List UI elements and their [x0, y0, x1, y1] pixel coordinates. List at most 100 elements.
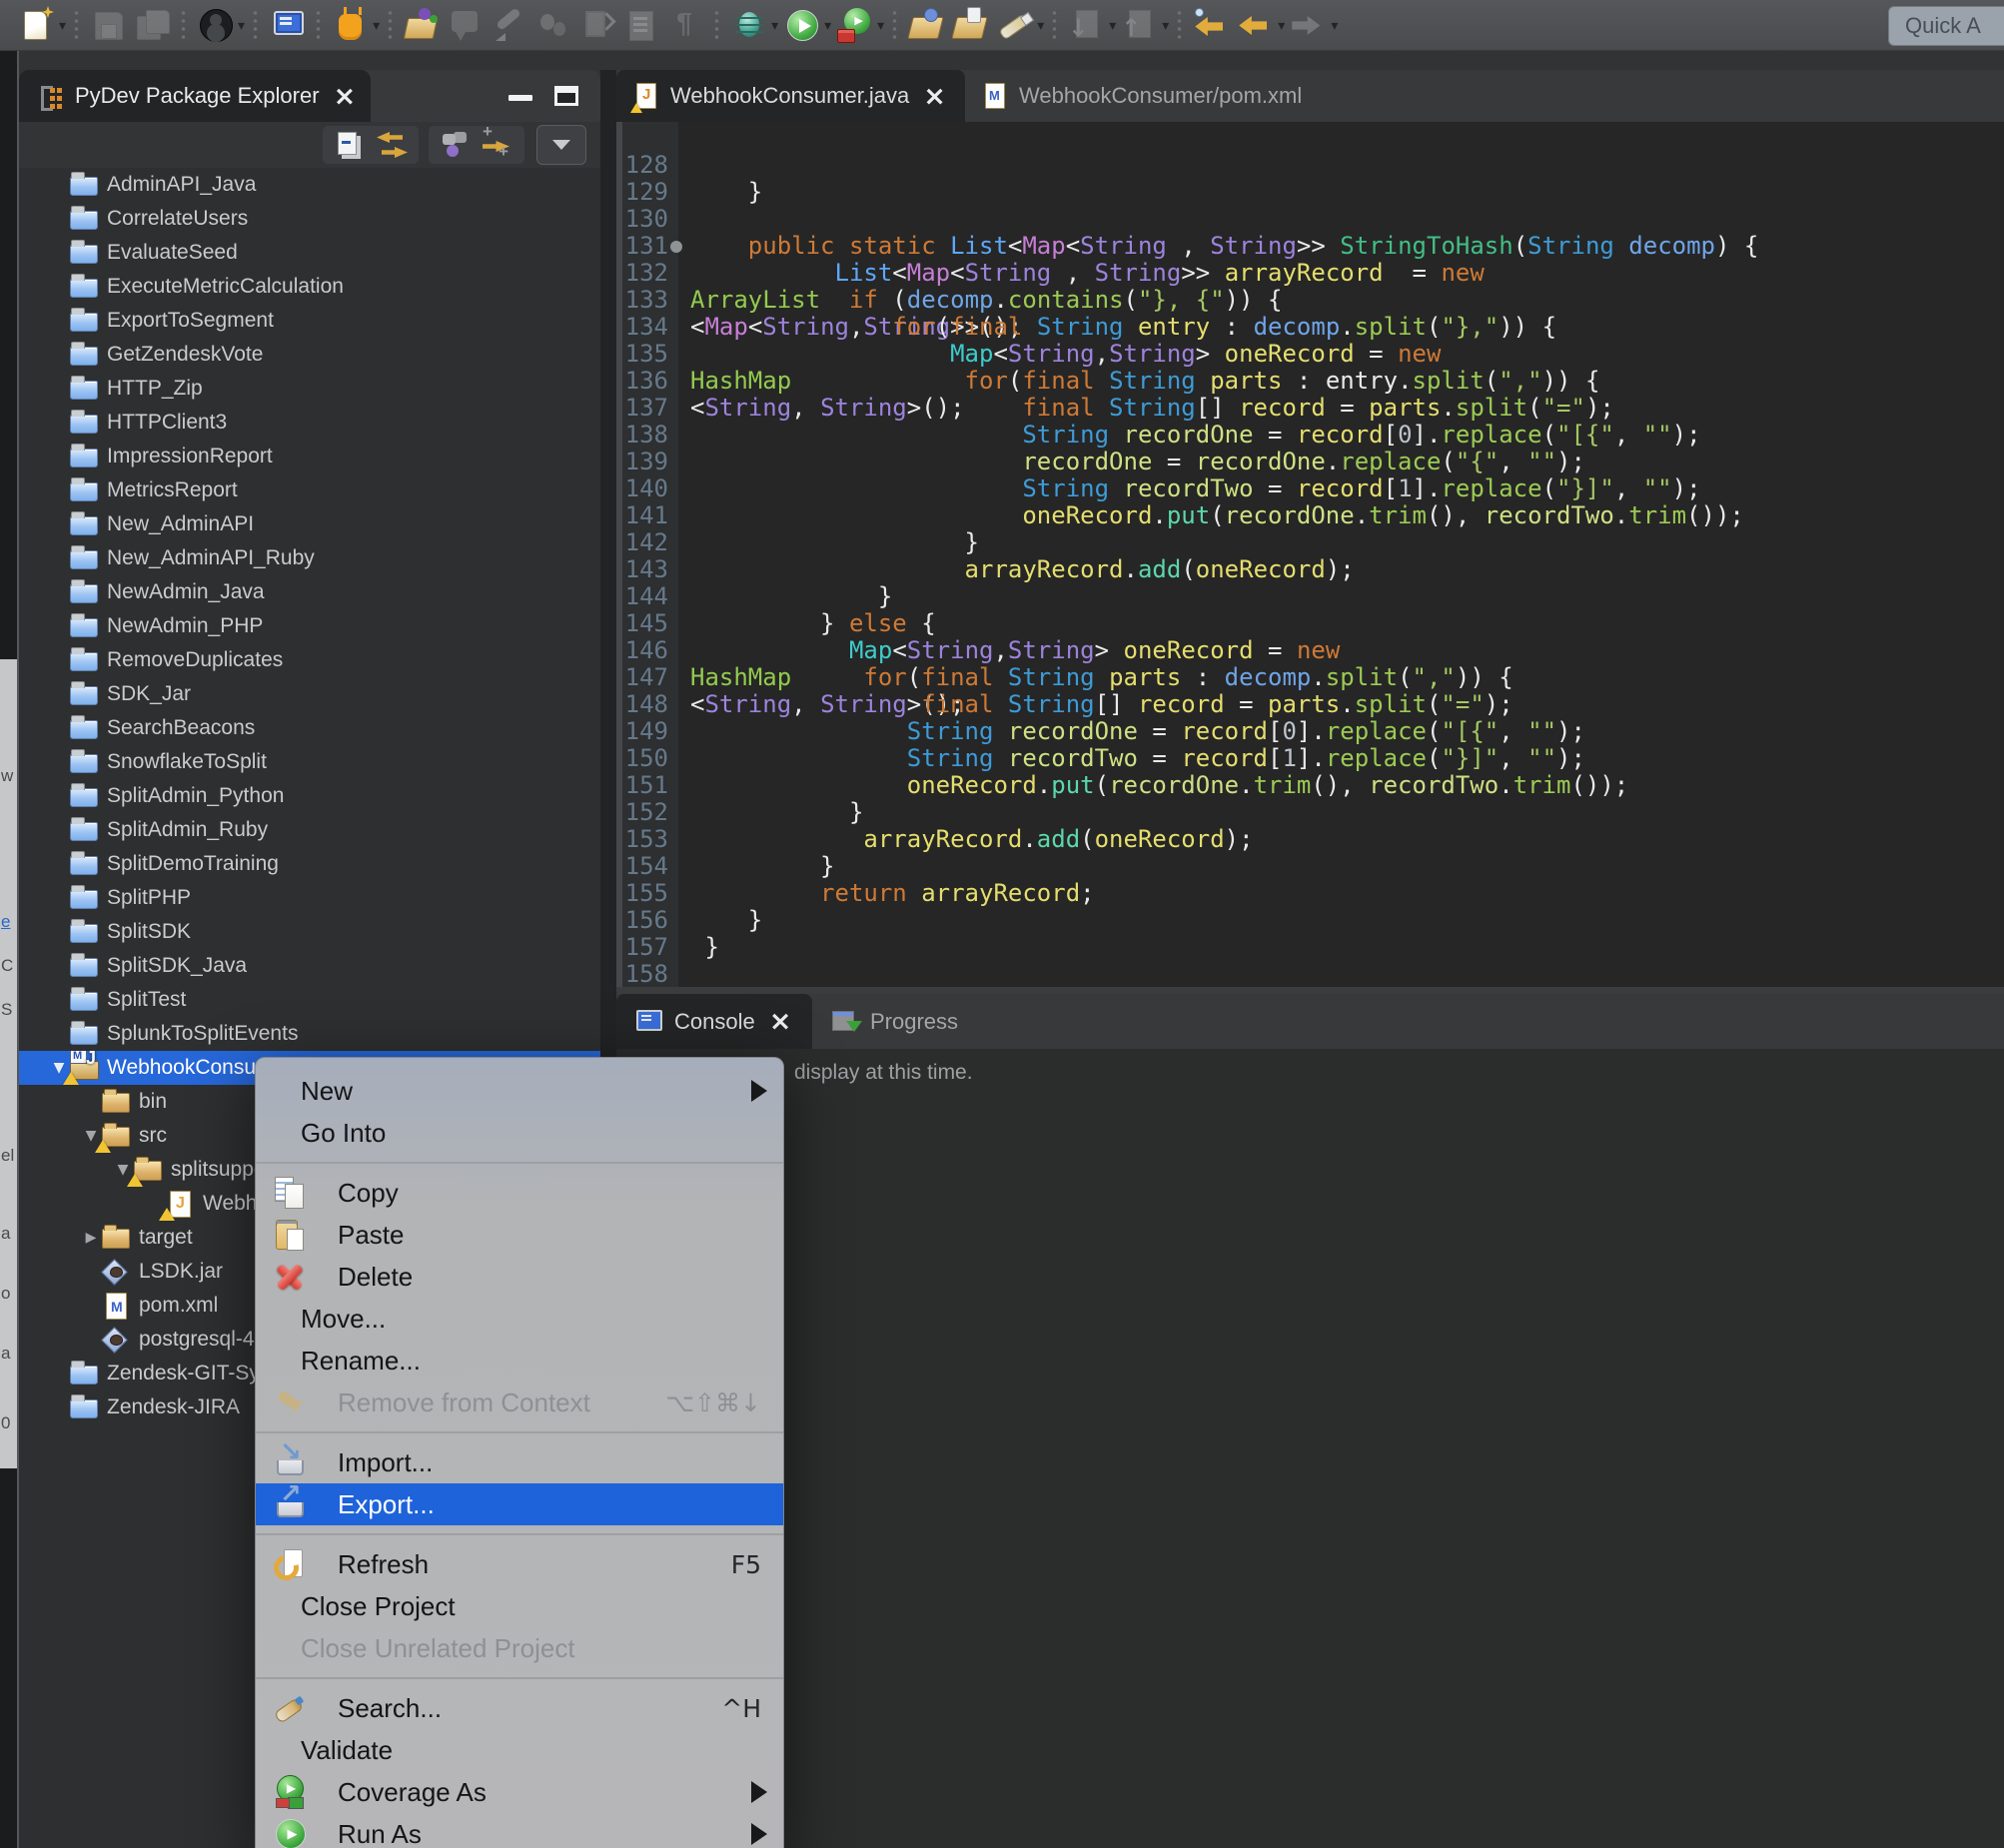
customize-view-icon[interactable] — [481, 128, 514, 162]
filter-icon[interactable] — [439, 128, 473, 162]
tree-item-splunktosplitevents[interactable]: SplunkToSplitEvents — [19, 1017, 600, 1051]
tree-item-sdk-jar[interactable]: SDK_Jar — [19, 677, 600, 711]
forward-history-button[interactable] — [1286, 2, 1330, 48]
next-annotation-button[interactable] — [1064, 2, 1108, 48]
dropdown-arrow-icon[interactable]: ▾ — [1037, 17, 1044, 34]
menu-item-go-into[interactable]: Go Into — [256, 1112, 783, 1154]
tree-item-executemetriccalculation[interactable]: ExecuteMetricCalculation — [19, 270, 600, 304]
tree-item-splitphp[interactable]: SplitPHP — [19, 881, 600, 915]
save-button[interactable] — [86, 2, 130, 48]
tree-item-impressionreport[interactable]: ImpressionReport — [19, 440, 600, 473]
menu-item-close-project[interactable]: Close Project — [256, 1585, 783, 1627]
console-tab-console[interactable]: Console× — [616, 994, 812, 1049]
open-project-folder-button[interactable] — [904, 2, 948, 48]
link-with-editor-icon[interactable] — [375, 128, 409, 162]
editor-tab-webhookconsumer-pom-xml[interactable]: WebhookConsumer/pom.xml — [965, 70, 1334, 122]
close-icon[interactable]: × — [334, 83, 357, 110]
dropdown-arrow-icon[interactable]: ▾ — [771, 17, 778, 34]
split-io-button[interactable] — [328, 2, 372, 48]
dropdown-arrow-icon[interactable]: ▾ — [1162, 17, 1169, 34]
collapse-all-icon[interactable] — [333, 128, 367, 162]
tree-item-adminapi-java[interactable]: AdminAPI_Java — [19, 168, 600, 202]
back-history-button[interactable] — [1233, 2, 1277, 48]
run-button[interactable] — [779, 2, 823, 48]
menu-item-refresh[interactable]: RefreshF5 — [256, 1543, 783, 1585]
menu-item-rename[interactable]: Rename... — [256, 1340, 783, 1382]
tree-item-evaluateseed[interactable]: EvaluateSeed — [19, 236, 600, 270]
tree-item-httpclient3[interactable]: HTTPClient3 — [19, 406, 600, 440]
tree-item-splitadmin-python[interactable]: SplitAdmin_Python — [19, 779, 600, 813]
tree-item-http-zip[interactable]: HTTP_Zip — [19, 372, 600, 406]
prev-annotation-button[interactable] — [1117, 2, 1161, 48]
tree-item-splittest[interactable]: SplitTest — [19, 983, 600, 1017]
menu-item-search[interactable]: Search...^H — [256, 1687, 783, 1729]
menu-item-run-as[interactable]: Run As — [256, 1813, 783, 1848]
console-tab-progress[interactable]: Progress — [812, 994, 990, 1049]
minimize-button[interactable] — [508, 95, 532, 101]
remote-systems-button[interactable] — [265, 2, 309, 48]
menu-item-paste[interactable]: Paste — [256, 1214, 783, 1256]
dropdown-arrow-icon[interactable]: ▾ — [373, 17, 380, 34]
back-history-icon — [1236, 5, 1274, 45]
external-tools-button[interactable] — [832, 2, 876, 48]
tree-item-splitsdk-java[interactable]: SplitSDK_Java — [19, 949, 600, 983]
menu-item-import[interactable]: Import... — [256, 1441, 783, 1483]
save-all-button[interactable] — [130, 2, 174, 48]
tree-item-newadmin-java[interactable]: NewAdmin_Java — [19, 575, 600, 609]
open-resource-button[interactable] — [400, 2, 444, 48]
dropdown-arrow-icon[interactable]: ▾ — [877, 17, 884, 34]
code-editor[interactable]: 128129 }130131 public static List<Map<St… — [616, 122, 2004, 987]
code-text: oneRecord.put(recordOne.trim(), recordTw… — [678, 772, 1628, 799]
menu-item-copy[interactable]: Copy — [256, 1172, 783, 1214]
tree-item-snowflaketosplit[interactable]: SnowflakeToSplit — [19, 745, 600, 779]
tree-item-new-adminapi-ruby[interactable]: New_AdminAPI_Ruby — [19, 541, 600, 575]
menu-item-close-unrelated-project[interactable]: Close Unrelated Project — [256, 1627, 783, 1669]
menu-item-remove-from-context[interactable]: Remove from Context⌥⇧⌘↓ — [256, 1382, 783, 1423]
dropdown-arrow-icon[interactable]: ▾ — [1109, 17, 1116, 34]
dropdown-arrow-icon[interactable]: ▾ — [59, 17, 66, 34]
compare-button[interactable] — [575, 2, 619, 48]
new-wizard-button[interactable] — [14, 2, 58, 48]
user-profile-button[interactable] — [193, 2, 237, 48]
line-number: 138 — [616, 422, 678, 449]
last-edit-location-button[interactable] — [1189, 2, 1233, 48]
highlight-marker-button[interactable] — [992, 2, 1036, 48]
tree-item-metricsreport[interactable]: MetricsReport — [19, 473, 600, 507]
tree-item-new-adminapi[interactable]: New_AdminAPI — [19, 507, 600, 541]
close-icon[interactable]: × — [769, 1008, 792, 1035]
horizontal-splitter[interactable] — [616, 987, 2004, 994]
tree-item-correlateusers[interactable]: CorrelateUsers — [19, 202, 600, 236]
quick-access-box[interactable]: Quick A — [1888, 6, 2004, 46]
open-task-folder-button[interactable] — [948, 2, 992, 48]
debug-button[interactable] — [726, 2, 770, 48]
dropdown-arrow-icon[interactable]: ▾ — [238, 17, 245, 34]
show-whitespace-button[interactable] — [663, 2, 707, 48]
dropdown-arrow-icon[interactable]: ▾ — [824, 17, 831, 34]
tree-item-getzendeskvote[interactable]: GetZendeskVote — [19, 338, 600, 372]
tree-item-splitsdk[interactable]: SplitSDK — [19, 915, 600, 949]
editor-tab-webhookconsumer-java[interactable]: WebhookConsumer.java× — [616, 70, 965, 122]
menu-item-delete[interactable]: Delete — [256, 1256, 783, 1298]
team-sync-button[interactable] — [444, 2, 488, 48]
chevron-right-icon[interactable]: ▶ — [81, 1230, 101, 1246]
close-icon[interactable]: × — [923, 83, 946, 110]
tree-item-searchbeacons[interactable]: SearchBeacons — [19, 711, 600, 745]
mark-occurrences-button[interactable] — [488, 2, 531, 48]
tree-item-splitadmin-ruby[interactable]: SplitAdmin_Ruby — [19, 813, 600, 847]
menu-item-move[interactable]: Move... — [256, 1298, 783, 1340]
tree-item-splitdemotraining[interactable]: SplitDemoTraining — [19, 847, 600, 881]
package-explorer-tab[interactable]: PyDev Package Explorer × — [19, 70, 371, 122]
tree-item-exporttosegment[interactable]: ExportToSegment — [19, 304, 600, 338]
menu-item-new[interactable]: New — [256, 1070, 783, 1112]
dropdown-arrow-icon[interactable]: ▾ — [1331, 17, 1338, 34]
menu-item-validate[interactable]: Validate — [256, 1729, 783, 1771]
debug-attach-button[interactable] — [531, 2, 575, 48]
view-menu-button[interactable] — [536, 125, 586, 165]
dropdown-arrow-icon[interactable]: ▾ — [1278, 17, 1285, 34]
menu-item-export[interactable]: Export... — [256, 1483, 783, 1525]
menu-item-coverage-as[interactable]: Coverage As — [256, 1771, 783, 1813]
tree-item-removeduplicates[interactable]: RemoveDuplicates — [19, 643, 600, 677]
maximize-button[interactable] — [554, 86, 578, 106]
tree-item-newadmin-php[interactable]: NewAdmin_PHP — [19, 609, 600, 643]
outline-button[interactable] — [619, 2, 663, 48]
